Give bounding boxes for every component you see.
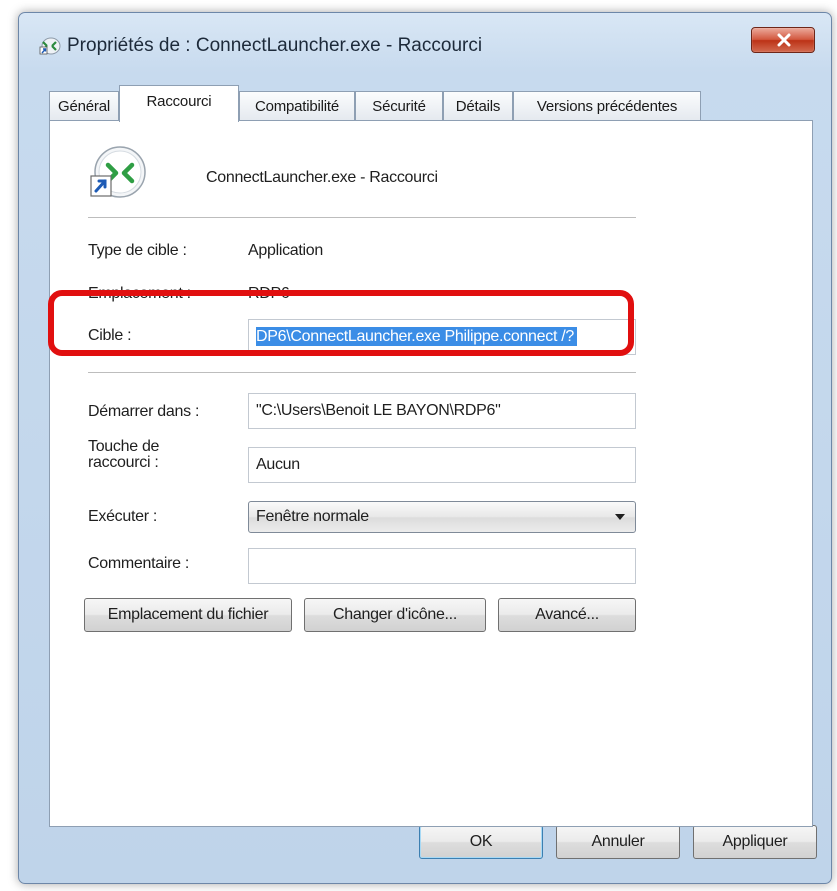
hotkey-value: Aucun xyxy=(256,456,300,473)
file-location-button[interactable]: Emplacement du fichier xyxy=(84,598,292,632)
target-label: Cible : xyxy=(88,327,132,344)
start-in-label: Démarrer dans : xyxy=(88,403,200,420)
separator-top xyxy=(88,217,636,218)
target-type-value: Application xyxy=(248,242,323,259)
connect-launcher-shortcut-icon xyxy=(88,145,148,206)
location-label: Emplacement : xyxy=(88,285,191,302)
cancel-button[interactable]: Annuler xyxy=(556,825,680,859)
tab-details[interactable]: Détails xyxy=(443,91,513,121)
chevron-down-icon xyxy=(615,514,625,520)
run-dropdown-value: Fenêtre normale xyxy=(256,508,369,525)
tab-versions-precedentes[interactable]: Versions précédentes xyxy=(513,91,701,121)
window-title: Propriétés de : ConnectLauncher.exe - Ra… xyxy=(67,35,483,56)
shortcut-name: ConnectLauncher.exe - Raccourci xyxy=(206,169,438,186)
hotkey-input[interactable]: Aucun xyxy=(248,447,636,483)
run-dropdown[interactable]: Fenêtre normale xyxy=(248,501,636,533)
run-label: Exécuter : xyxy=(88,508,158,525)
change-icon-button[interactable]: Changer d'icône... xyxy=(304,598,486,632)
separator-middle xyxy=(88,372,636,373)
ok-button[interactable]: OK xyxy=(419,825,543,859)
close-button[interactable] xyxy=(751,27,815,53)
title-bar[interactable]: Propriétés de : ConnectLauncher.exe - Ra… xyxy=(19,13,831,61)
target-type-label: Type de cible : xyxy=(88,242,187,259)
shortcut-tab-panel: ConnectLauncher.exe - Raccourci Type de … xyxy=(49,120,813,827)
properties-dialog: Propriétés de : ConnectLauncher.exe - Ra… xyxy=(18,12,832,884)
start-in-value: "C:\Users\Benoit LE BAYON\RDP6" xyxy=(256,402,501,419)
start-in-input[interactable]: "C:\Users\Benoit LE BAYON\RDP6" xyxy=(248,393,636,429)
tab-securite[interactable]: Sécurité xyxy=(355,91,443,121)
comment-label: Commentaire : xyxy=(88,555,190,572)
tab-compatibilite[interactable]: Compatibilité xyxy=(239,91,355,121)
apply-button[interactable]: Appliquer xyxy=(693,825,817,859)
advanced-button[interactable]: Avancé... xyxy=(498,598,636,632)
target-input-value: DP6\ConnectLauncher.exe Philippe.connect… xyxy=(256,327,577,346)
tab-general[interactable]: Général xyxy=(49,91,119,121)
shortcut-app-icon xyxy=(39,35,61,60)
target-input[interactable]: DP6\ConnectLauncher.exe Philippe.connect… xyxy=(248,319,636,355)
tab-raccourci[interactable]: Raccourci xyxy=(119,85,239,122)
location-value: RDP6 xyxy=(248,285,290,302)
hotkey-label: Touche de raccourci : xyxy=(88,438,160,471)
close-icon xyxy=(777,33,791,47)
comment-input[interactable] xyxy=(248,548,636,584)
